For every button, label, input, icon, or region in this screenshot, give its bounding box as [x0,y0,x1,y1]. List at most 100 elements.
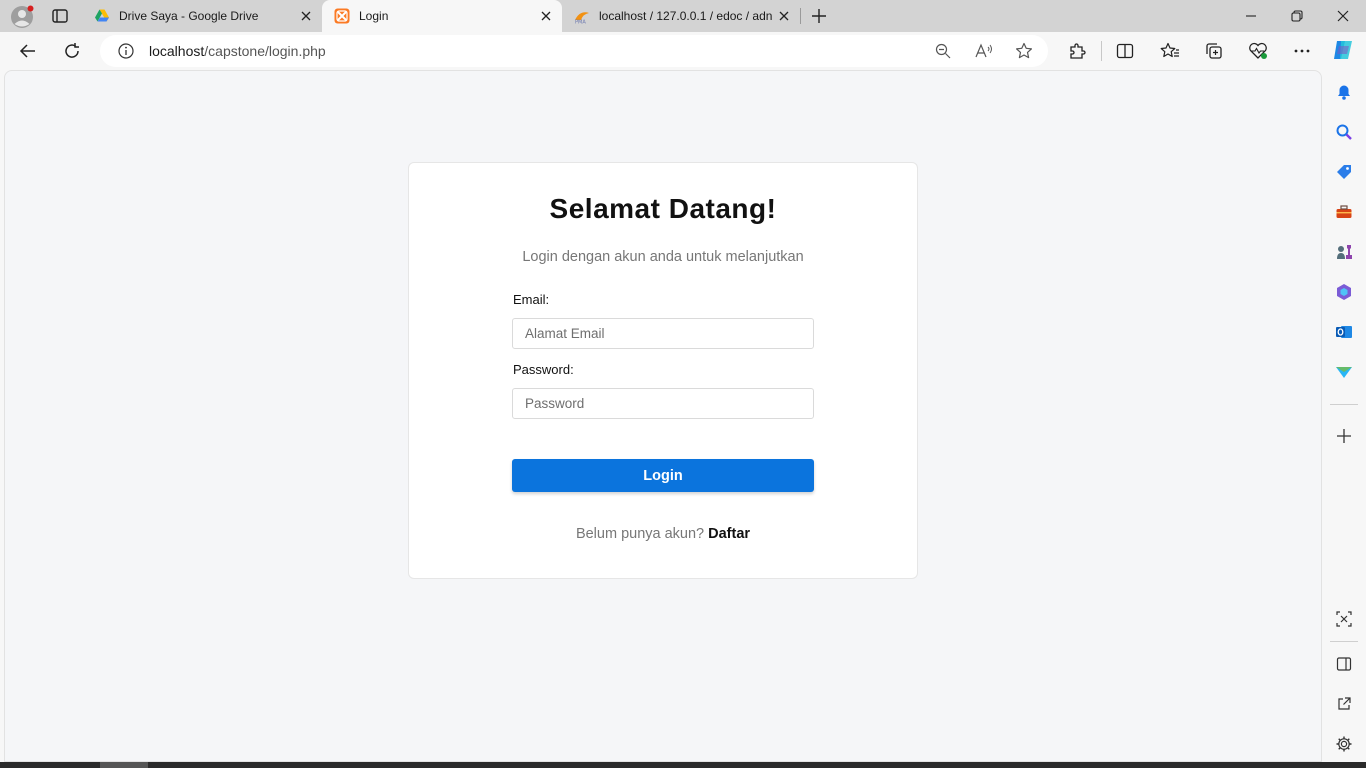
site-info-button[interactable] [114,39,138,63]
office-icon [1337,284,1351,300]
zoom-button[interactable] [931,39,955,63]
tab-title: localhost / 127.0.0.1 / edoc / adn [599,9,772,23]
sidebar-divider [1330,404,1358,405]
register-link[interactable]: Daftar [708,526,750,542]
login-button[interactable]: Login [512,459,814,492]
google-drive-icon [95,9,109,22]
zoom-out-icon [935,43,951,59]
close-window-button[interactable] [1320,0,1366,32]
login-subtitle: Login dengan akun anda untuk melanjutkan [522,249,804,265]
sidebar-divider [1330,641,1358,642]
browser-essentials-button[interactable] [1246,39,1270,63]
collections-button[interactable] [1202,39,1226,63]
external-link-icon [1338,697,1351,710]
outlook-button[interactable] [1334,322,1354,342]
password-input[interactable] [512,388,814,419]
search-icon [1336,124,1352,140]
outlook-icon [1336,326,1352,338]
phpmyadmin-icon: PMA [575,12,589,25]
collections-icon [1206,43,1222,59]
drop-button[interactable] [1334,362,1354,382]
password-label: Password: [513,362,574,377]
notifications-button[interactable] [1334,82,1354,102]
open-external-button[interactable] [1334,694,1354,714]
close-tab-icon[interactable] [294,4,318,28]
sidebar-panel-icon [1336,657,1352,671]
horizontal-scrollbar[interactable] [0,762,1366,768]
toolbox-icon [1336,205,1352,218]
refresh-icon [65,43,79,58]
star-icon [1016,42,1032,59]
send-icon [1336,367,1352,378]
copilot-button[interactable] [1331,38,1355,62]
login-card: Selamat Datang! Login dengan akun anda u… [408,162,918,579]
shopping-button[interactable] [1334,162,1354,182]
microsoft-365-button[interactable] [1334,282,1354,302]
bell-icon [1338,85,1350,100]
settings-menu-button[interactable] [1290,39,1314,63]
email-label: Email: [513,292,550,307]
add-sidebar-app-button[interactable] [1334,426,1354,446]
minimize-button[interactable] [1228,0,1274,32]
plus-icon [1337,429,1351,443]
games-button[interactable] [1334,242,1354,262]
split-screen-icon [1116,43,1134,59]
svg-text:PMA: PMA [575,20,586,25]
favorite-button[interactable] [1012,39,1036,63]
tab-google-drive[interactable]: Drive Saya - Google Drive [82,0,322,32]
tab-login[interactable]: Login [322,0,562,32]
register-prompt-text: Belum punya akun? [575,526,705,542]
extensions-button[interactable] [1065,39,1089,63]
copilot-icon [1334,41,1352,59]
more-horizontal-icon [1294,49,1310,53]
register-prompt: Belum punya akun? Daftar [409,526,917,542]
chess-piece-icon [1337,245,1352,259]
restore-button[interactable] [1274,0,1320,32]
url-text: localhost/capstone/login.php [149,43,326,59]
screenshot-button[interactable] [1334,609,1354,629]
edge-sidebar [1322,70,1366,768]
screenshot-icon [1336,611,1352,627]
back-button[interactable] [16,39,40,63]
close-tab-icon[interactable] [534,4,558,28]
scrollbar-thumb[interactable] [100,762,148,768]
browser-toolbar: localhost/capstone/login.php [0,32,1366,70]
url-path: /capstone/login.php [204,43,326,59]
read-aloud-button[interactable] [972,39,996,63]
plus-icon [812,9,826,23]
sidebar-settings-button[interactable] [1334,734,1354,754]
close-icon [1337,10,1349,22]
tag-icon [1337,165,1351,179]
search-button[interactable] [1334,122,1354,142]
tab-title: Drive Saya - Google Drive [119,9,259,23]
minimize-icon [1246,15,1256,17]
tab-title: Login [359,9,389,23]
tab-phpmyadmin[interactable]: PMA localhost / 127.0.0.1 / edoc / adn [562,0,800,32]
email-input[interactable] [512,318,814,349]
back-arrow-icon [19,44,35,58]
info-icon [118,43,134,59]
gear-icon [1336,736,1352,752]
tab-strip: Drive Saya - Google Drive Login PMA loca… [0,0,1366,32]
refresh-button[interactable] [60,39,84,63]
profile-avatar[interactable] [10,5,34,29]
favorites-star-icon [1160,42,1179,58]
tab-actions-menu[interactable] [50,6,70,26]
tab-divider [800,8,801,24]
close-tab-icon[interactable] [772,4,796,28]
page-title: Selamat Datang! [549,193,777,224]
new-tab-button[interactable] [807,4,831,28]
puzzle-icon [1070,43,1086,59]
heartbeat-icon [1249,42,1267,59]
profile-icon [11,5,34,28]
favorites-button[interactable] [1158,39,1182,63]
split-screen-button[interactable] [1113,39,1137,63]
url-host: localhost [149,43,205,59]
hide-sidebar-button[interactable] [1334,654,1354,674]
restore-icon [1291,10,1303,22]
address-bar[interactable]: localhost/capstone/login.php [100,35,1048,67]
tools-button[interactable] [1334,202,1354,222]
xampp-icon [334,8,350,24]
read-aloud-icon [975,43,992,58]
tab-actions-icon [52,9,68,23]
